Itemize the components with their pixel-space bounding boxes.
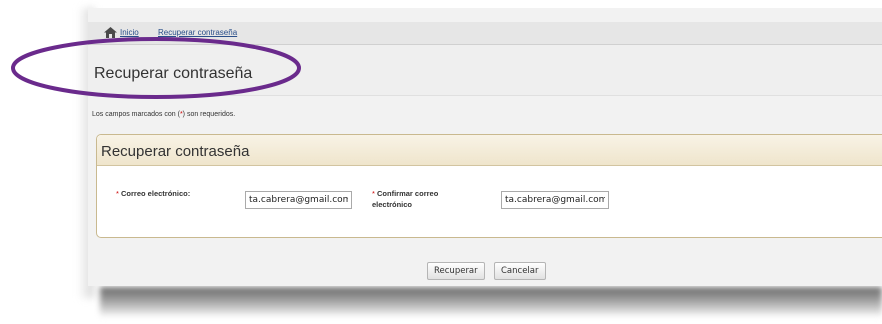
confirm-email-input[interactable]: [501, 191, 609, 209]
recover-password-panel: Recuperar contraseña * Correo electrónic…: [96, 134, 882, 238]
page-shadow-bottom: [100, 287, 882, 317]
recover-button[interactable]: Recuperar: [427, 262, 485, 280]
panel-title: Recuperar contraseña: [101, 143, 250, 160]
highlight-ellipse: [11, 37, 301, 99]
email-label: * Correo electrónico:: [116, 188, 190, 199]
required-fields-note: Los campos marcados con (*) son requerid…: [92, 111, 235, 118]
confirm-email-required-asterisk: *: [372, 189, 375, 198]
email-input[interactable]: [245, 191, 352, 209]
required-note-suffix: ) son requeridos.: [182, 111, 236, 118]
cancel-button[interactable]: Cancelar: [494, 262, 546, 280]
panel-header: Recuperar contraseña: [97, 135, 882, 166]
email-required-asterisk: *: [116, 189, 119, 198]
email-label-text: Correo electrónico:: [121, 189, 191, 198]
highlight-ellipse-annotation: [11, 37, 301, 99]
required-note-prefix: Los campos marcados con (: [92, 111, 180, 118]
confirm-email-label-line1: Confirmar correo: [377, 189, 439, 198]
confirm-email-label: * Confirmar correo electrónico: [372, 188, 438, 210]
confirm-email-label-line2: electrónico: [372, 200, 413, 209]
